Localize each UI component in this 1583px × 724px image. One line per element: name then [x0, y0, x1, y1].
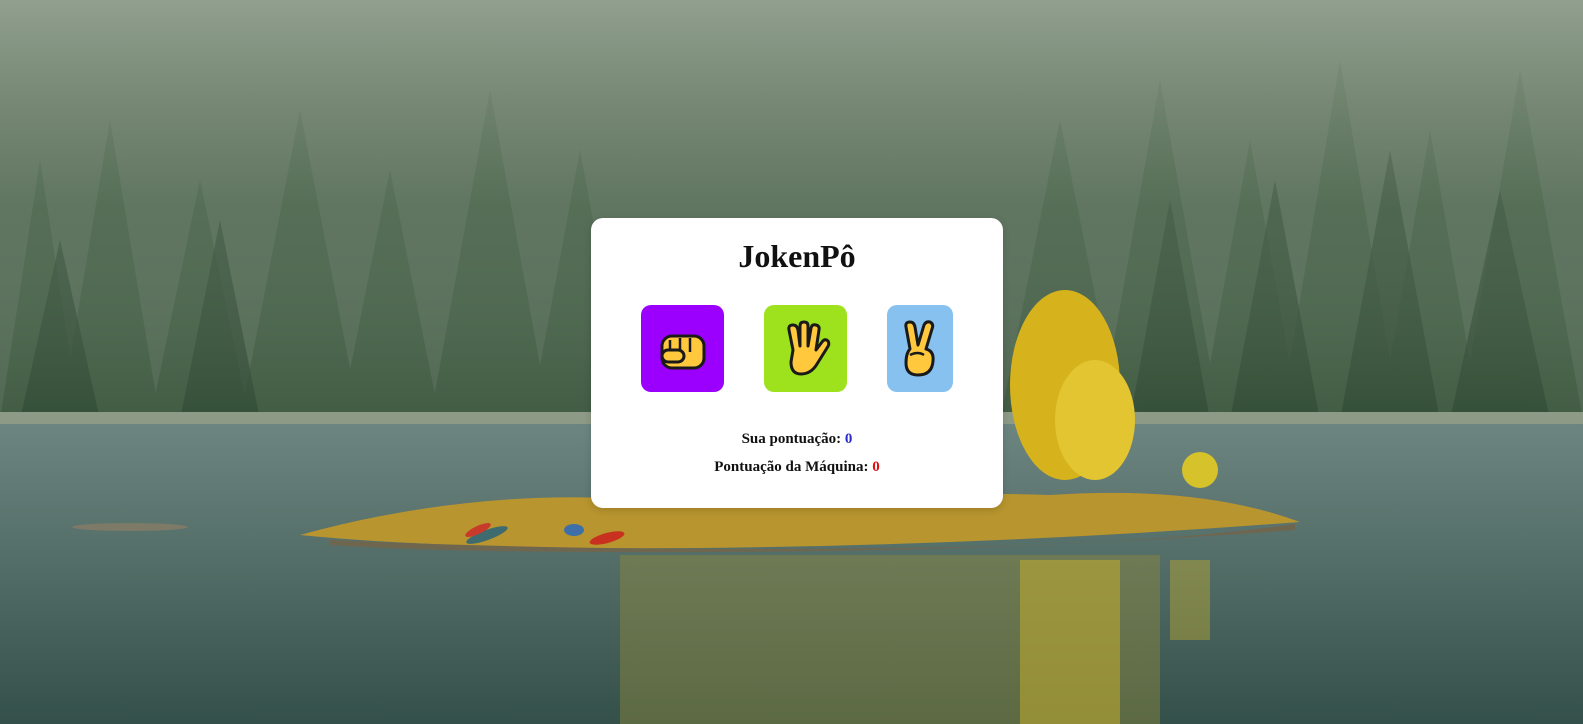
- user-score-value: 0: [844, 431, 853, 447]
- user-score-label: Sua pontuação:: [741, 431, 842, 447]
- rock-button[interactable]: [641, 305, 724, 392]
- scissors-button[interactable]: [887, 305, 953, 392]
- game-card: JokenPô Sua pontuação: 0 Pontuação da Má…: [591, 218, 1003, 508]
- game-title: JokenPô: [738, 238, 856, 274]
- machine-score: Pontuação da Máquina: 0: [591, 459, 1003, 476]
- victory-hand-icon: [904, 319, 935, 376]
- machine-score-label: Pontuação da Máquina:: [714, 459, 869, 475]
- fist-icon: [660, 334, 705, 369]
- machine-score-value: 0: [872, 459, 880, 475]
- raised-hand-icon: [786, 320, 830, 375]
- paper-button[interactable]: [764, 305, 847, 392]
- user-score: Sua pontuação: 0: [591, 431, 1003, 448]
